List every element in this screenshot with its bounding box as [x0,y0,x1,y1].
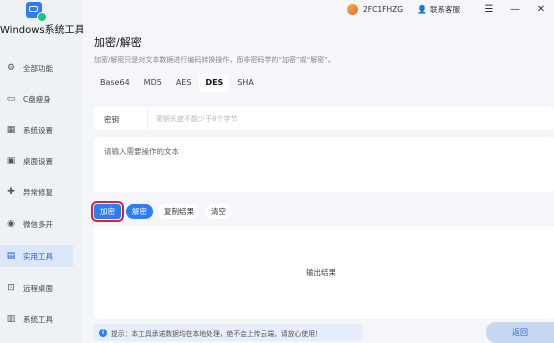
key-row: 密钥 [94,107,554,130]
sidebar-item-utilities[interactable]: ▤ 实用工具 [0,245,73,267]
sidebar-item-label: C盘瘦身 [23,94,51,104]
sidebar-item-desktop-settings[interactable]: ▣ 桌面设置 [0,150,73,172]
privacy-notice: i 提示：本工具承诺数据均在本地处理，绝不会上传云端，请放心使用！ [94,324,362,341]
grid-icon: ▦ [6,125,16,135]
sidebar-item-c-drive[interactable]: ▭ C盘瘦身 [0,88,73,110]
toolbox-icon: ▤ [6,251,16,261]
tab-aes[interactable]: AES [170,74,198,92]
tab-des[interactable]: DES [199,74,230,92]
chat-icon: ◉ [7,219,15,229]
sidebar-item-label: 微信多开 [23,219,53,229]
output-area[interactable]: 输出结果 [94,226,554,319]
sidebar-item-label: 桌面设置 [23,156,53,166]
action-buttons: 加密 解密 复制结果 清空 [91,201,237,222]
input-textarea[interactable]: 请输入需要操作的文本 [94,137,554,192]
gear-icon: ⚙ [6,63,16,73]
decrypt-button[interactable]: 解密 [126,204,153,219]
briefcase-icon: ▥ [6,314,16,324]
clear-button[interactable]: 清空 [205,204,232,219]
minimize-icon[interactable]: — [502,4,528,15]
sidebar: Windows系统工具 ⚙ 全部功能 ▭ C盘瘦身 ▦ 系统设置 ▣ 桌面设置 … [0,0,85,343]
sidebar-item-label: 全部功能 [23,63,53,73]
user-icon: 👤 [417,4,427,14]
main-panel: 2FC1FHZG 👤 联系客服 ☰ — ✕ 加密/解密 加密/解密只是对文本数据… [83,0,554,343]
key-label: 密钥 [104,115,119,124]
notice-text: 提示：本工具承诺数据均在本地处理，绝不会上传云端，请放心使用！ [111,329,322,338]
key-input[interactable] [147,107,330,130]
sidebar-item-label: 实用工具 [23,251,53,261]
title-bar: 2FC1FHZG 👤 联系客服 ☰ — ✕ [347,0,554,18]
sidebar-item-repair[interactable]: ✚ 异常修复 [0,181,73,203]
sidebar-item-label: 远程桌面 [23,283,53,293]
drive-icon: ▭ [6,94,16,104]
sidebar-item-label: 系统设置 [23,125,53,135]
sidebar-item-remote-desktop[interactable]: ⊡ 远程桌面 [0,277,73,299]
sidebar-item-label: 系统工具 [23,314,53,324]
back-button[interactable]: 返回 [486,322,554,343]
close-icon[interactable]: ✕ [528,4,554,15]
copy-result-button[interactable]: 复制结果 [158,204,200,219]
sidebar-item-label: 异常修复 [23,187,53,197]
app-logo-icon [26,2,47,22]
avatar[interactable] [347,3,359,15]
sidebar-item-system-settings[interactable]: ▦ 系统设置 [0,119,73,141]
sidebar-item-all-features[interactable]: ⚙ 全部功能 [0,57,73,79]
app-title: Windows系统工具 [0,25,85,36]
input-placeholder: 请输入需要操作的文本 [104,147,179,156]
user-id[interactable]: 2FC1FHZG [363,5,403,14]
algorithm-tabs: Base64 MD5 AES DES SHA [94,74,262,92]
output-placeholder: 输出结果 [306,268,336,277]
sidebar-item-wechat-multi[interactable]: ◉ 微信多开 [0,213,73,235]
tab-base64[interactable]: Base64 [94,74,136,92]
page-description: 加密/解密只是对文本数据进行编码转换操作，而非密码学的“加密”或“解密”。 [94,56,335,64]
info-icon: i [99,328,107,337]
tab-md5[interactable]: MD5 [138,74,168,92]
contact-service-link[interactable]: 联系客服 [430,4,460,15]
monitor-icon: ▣ [6,156,16,166]
tab-sha[interactable]: SHA [231,74,260,92]
page-title: 加密/解密 [94,36,142,49]
remote-icon: ⊡ [7,283,15,293]
encrypt-button[interactable]: 加密 [91,201,124,222]
wrench-icon: ✚ [7,187,15,197]
menu-icon[interactable]: ☰ [476,4,502,15]
sidebar-item-system-tools[interactable]: ▥ 系统工具 [0,308,73,330]
